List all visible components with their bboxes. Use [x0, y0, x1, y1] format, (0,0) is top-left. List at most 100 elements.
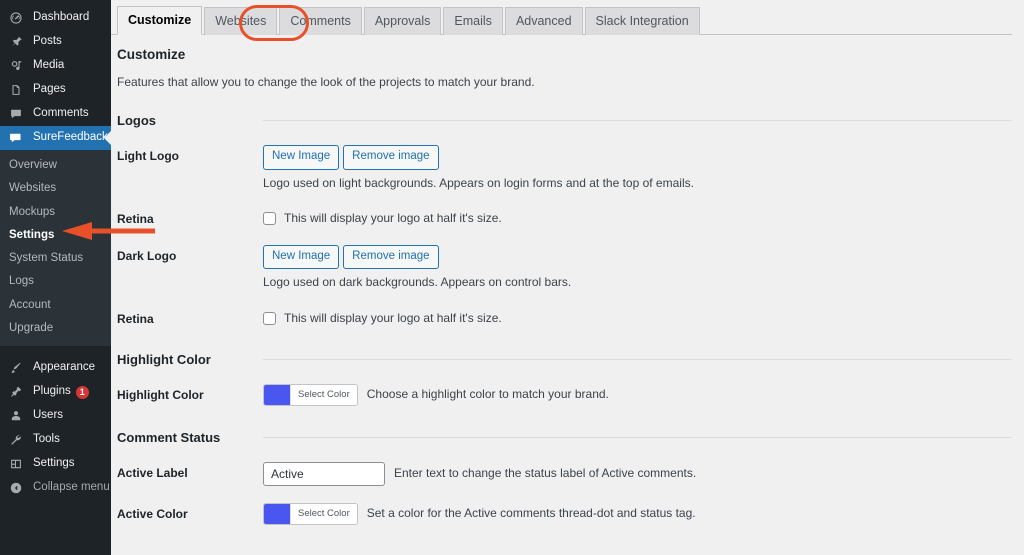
page-icon: [9, 83, 27, 97]
row-field: Select Color Choose a highlight color to…: [263, 383, 1024, 406]
sidebar-item-label: Plugins: [33, 385, 71, 398]
tab-advanced[interactable]: Advanced: [504, 6, 583, 35]
sidebar-item-users[interactable]: Users: [0, 404, 111, 428]
retina-dark-checkbox[interactable]: [263, 312, 276, 326]
dark-logo-remove-image-button[interactable]: Remove image: [343, 244, 439, 270]
plugin-update-badge: 1: [75, 385, 89, 399]
sidebar-item-label: Appearance: [33, 361, 96, 374]
pin-icon: [9, 35, 27, 49]
tab-customize[interactable]: Customize: [117, 5, 203, 35]
highlight-color-help-text: Choose a highlight color to match your b…: [366, 387, 609, 402]
row-active-color: Active Color Select Color Set a color fo…: [111, 502, 1024, 525]
comment-icon: [9, 107, 27, 121]
highlight-color-picker[interactable]: Select Color: [263, 383, 358, 406]
sidebar-item-label: Users: [33, 409, 64, 422]
light-logo-buttons: New Image Remove image: [263, 145, 1024, 170]
wordpress-admin-screen: Dashboard Posts Media Pages Comments Sur…: [0, 0, 1024, 555]
submenu-item-upgrade[interactable]: Upgrade: [0, 317, 111, 340]
row-active-label: Active Label Enter text to change the st…: [111, 461, 1024, 486]
active-select-color-label: Select Color: [290, 503, 357, 524]
active-color-help-text: Set a color for the Active comments thre…: [366, 506, 696, 521]
row-label: Retina: [117, 212, 154, 227]
sidebar-item-label: Comments: [33, 107, 89, 120]
sidebar-item-tools[interactable]: Tools: [0, 428, 111, 452]
active-color-line: Select Color Set a color for the Active …: [263, 502, 1024, 525]
row-label: Active Color: [117, 506, 188, 521]
submenu-item-websites[interactable]: Websites: [0, 177, 111, 200]
tab-websites[interactable]: Websites: [204, 6, 278, 35]
sidebar-item-dashboard[interactable]: Dashboard: [0, 6, 111, 30]
row-field: New Image Remove image Logo used on ligh…: [263, 145, 1024, 191]
submenu-item-logs[interactable]: Logs: [0, 270, 111, 293]
retina-dark-check-line: This will display your logo at half it's…: [263, 308, 1024, 327]
sidebar-divider: [0, 346, 111, 356]
section-divider: [263, 436, 1012, 438]
highlight-select-color-label: Select Color: [290, 384, 357, 405]
row-field: This will display your logo at half it's…: [263, 208, 1024, 227]
row-field: Enter text to change the status label of…: [263, 461, 1024, 486]
customize-settings-form: Customize Features that allow you to cha…: [111, 47, 1024, 525]
submenu-item-account[interactable]: Account: [0, 294, 111, 317]
active-label-line: Enter text to change the status label of…: [263, 461, 1024, 486]
active-color-picker[interactable]: Select Color: [263, 502, 358, 525]
sidebar-item-posts[interactable]: Posts: [0, 30, 111, 54]
sidebar-item-label: Settings: [33, 457, 75, 470]
settings-content-area: Customize Websites Comments Approvals Em…: [111, 0, 1024, 555]
settings-tab-bar: Customize Websites Comments Approvals Em…: [111, 0, 1012, 35]
highlight-color-swatch: [264, 384, 290, 405]
collapse-icon: [9, 481, 27, 495]
section-header-highlight-color: Highlight Color: [111, 352, 1024, 367]
section-header-comment-status: Comment Status: [111, 430, 1024, 445]
row-label: Dark Logo: [117, 248, 177, 263]
submenu-item-mockups[interactable]: Mockups: [0, 201, 111, 224]
row-label: Active Label: [117, 465, 188, 480]
light-logo-remove-image-button[interactable]: Remove image: [343, 145, 439, 170]
row-label: Highlight Color: [117, 387, 204, 402]
retina-light-check-line: This will display your logo at half it's…: [263, 208, 1024, 227]
plugin-icon: [9, 385, 27, 399]
dark-logo-buttons: New Image Remove image: [263, 244, 1024, 270]
active-label-help-text: Enter text to change the status label of…: [394, 466, 697, 481]
row-light-logo: Light Logo New Image Remove image Logo u…: [111, 145, 1024, 191]
sidebar-item-plugins[interactable]: Plugins 1: [0, 380, 111, 404]
highlight-color-line: Select Color Choose a highlight color to…: [263, 383, 1024, 406]
sidebar-item-collapse-menu[interactable]: Collapse menu: [0, 476, 111, 500]
tab-approvals[interactable]: Approvals: [363, 6, 442, 35]
section-title: Logos: [117, 113, 156, 128]
dashboard-icon: [9, 11, 27, 25]
sidebar-item-label: Dashboard: [33, 11, 90, 24]
tab-slack-integration[interactable]: Slack Integration: [584, 6, 700, 35]
sidebar-item-label: Posts: [33, 35, 62, 48]
submenu-item-overview[interactable]: Overview: [0, 154, 111, 177]
sidebar-item-pages[interactable]: Pages: [0, 78, 111, 102]
tab-comments[interactable]: Comments: [279, 6, 362, 35]
page-title: Customize: [117, 47, 186, 62]
sidebar-item-comments[interactable]: Comments: [0, 102, 111, 126]
sidebar-item-settings[interactable]: Settings: [0, 452, 111, 476]
active-label-input[interactable]: [263, 461, 385, 486]
active-color-swatch: [264, 503, 290, 524]
settings-icon: [9, 457, 27, 471]
row-highlight-color: Highlight Color Select Color Choose a hi…: [111, 383, 1024, 406]
brush-icon: [9, 361, 27, 375]
tab-emails[interactable]: Emails: [443, 6, 503, 35]
sidebar-item-label: SureFeedback: [33, 131, 108, 144]
sidebar-item-label: Tools: [33, 433, 60, 446]
light-logo-help-text: Logo used on light backgrounds. Appears …: [263, 175, 694, 190]
row-field: New Image Remove image Logo used on dark…: [263, 244, 1024, 291]
sidebar-item-media[interactable]: Media: [0, 54, 111, 78]
submenu-item-settings[interactable]: Settings: [0, 224, 111, 247]
sidebar-top-group: Dashboard Posts Media Pages Comments Sur…: [0, 0, 111, 500]
row-dark-logo: Dark Logo New Image Remove image Logo us…: [111, 244, 1024, 291]
sidebar-item-appearance[interactable]: Appearance: [0, 356, 111, 380]
row-label: Retina: [117, 312, 154, 327]
row-field: Select Color Set a color for the Active …: [263, 502, 1024, 525]
sidebar-item-surefeedback[interactable]: SureFeedback: [0, 126, 111, 150]
dark-logo-new-image-button[interactable]: New Image: [263, 244, 340, 270]
media-icon: [9, 59, 27, 73]
row-retina-light: Retina This will display your logo at ha…: [111, 208, 1024, 228]
retina-light-checkbox[interactable]: [263, 212, 276, 226]
light-logo-new-image-button[interactable]: New Image: [263, 145, 340, 170]
wrench-icon: [9, 433, 27, 447]
submenu-item-system-status[interactable]: System Status: [0, 247, 111, 270]
